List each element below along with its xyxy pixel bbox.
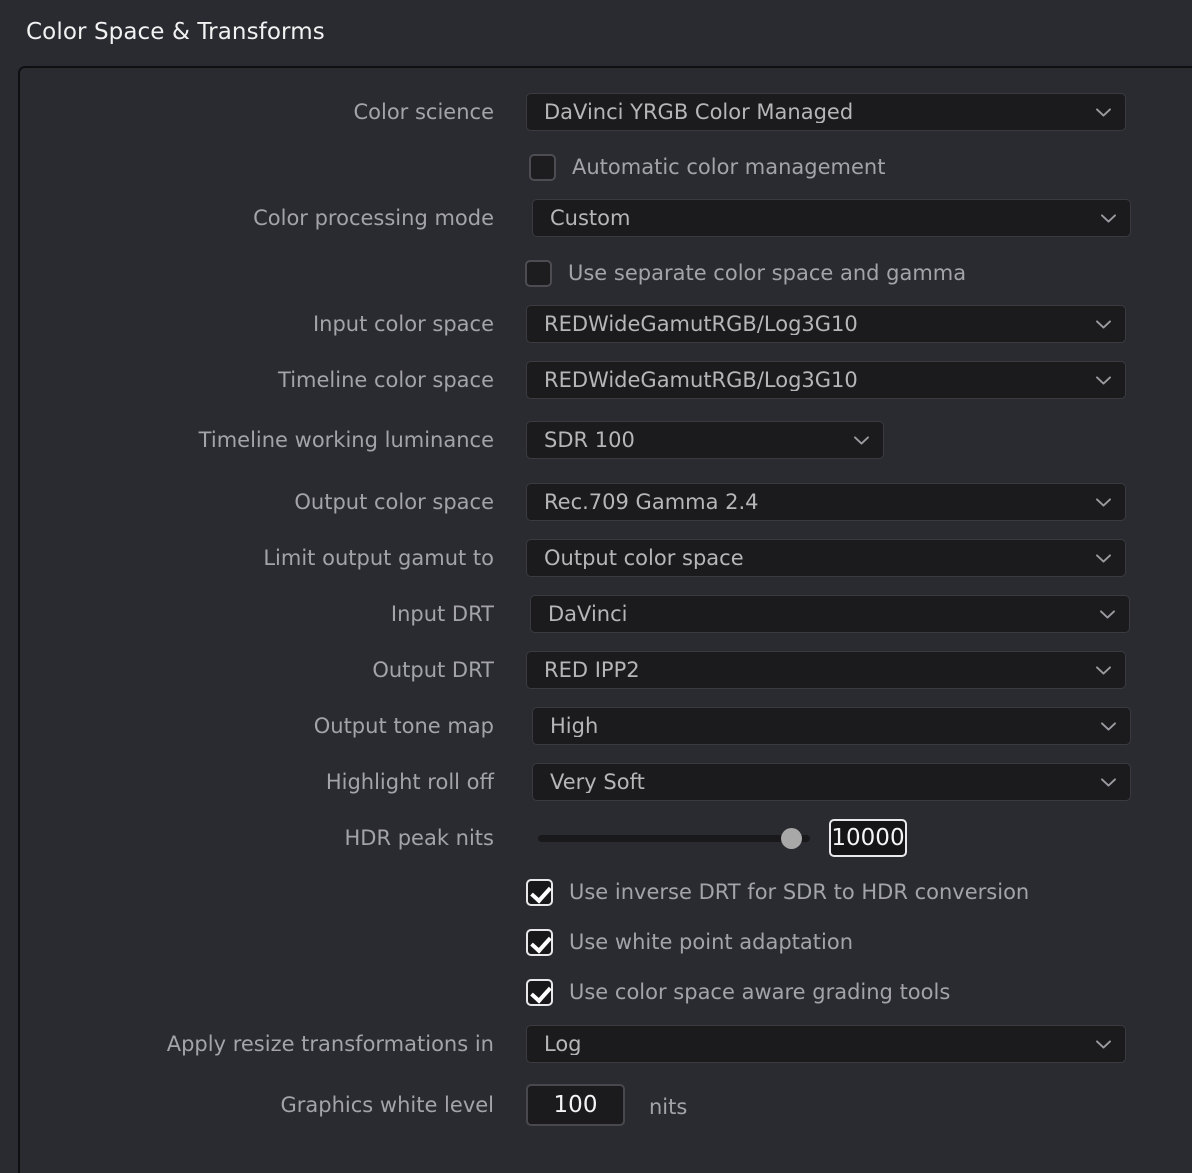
input-graphics-white-level-value: 100 — [553, 1091, 598, 1118]
chevron-down-icon — [1096, 666, 1111, 675]
row-hdr-peak-nits: HDR peak nits — [0, 819, 520, 857]
checkbox-row-use-white-point-adaptation[interactable]: Use white point adaptation — [526, 925, 853, 959]
chevron-down-icon — [1096, 108, 1111, 117]
row-color-science: Color science DaVinci YRGB Color Managed — [0, 93, 1150, 131]
row-graphics-white-level: Graphics white level — [0, 1086, 520, 1124]
dropdown-input-color-space-value: REDWideGamutRGB/Log3G10 — [544, 313, 858, 335]
row-output-color-space: Output color space Rec.709 Gamma 2.4 — [0, 483, 1150, 521]
input-hdr-peak-nits[interactable]: 10000 — [829, 819, 907, 857]
dropdown-timeline-working-luminance[interactable]: SDR 100 — [526, 421, 884, 459]
chevron-down-icon — [854, 436, 869, 445]
dropdown-timeline-working-luminance-value: SDR 100 — [544, 429, 635, 451]
chevron-down-icon — [1101, 722, 1116, 731]
checkbox-row-use-color-space-aware-grading-tools[interactable]: Use color space aware grading tools — [526, 975, 950, 1009]
dropdown-timeline-color-space-value: REDWideGamutRGB/Log3G10 — [544, 369, 858, 391]
dropdown-output-drt-value: RED IPP2 — [544, 659, 640, 681]
input-graphics-white-level[interactable]: 100 — [526, 1084, 625, 1126]
checkbox-row-use-inverse-drt[interactable]: Use inverse DRT for SDR to HDR conversio… — [526, 875, 1029, 909]
row-color-processing-mode: Color processing mode Custom — [0, 199, 1150, 237]
chevron-down-icon — [1101, 778, 1116, 787]
slider-handle[interactable] — [781, 827, 803, 849]
input-hdr-peak-nits-value: 10000 — [831, 824, 905, 851]
checkbox-use-inverse-drt[interactable] — [526, 878, 553, 906]
dropdown-color-processing-mode[interactable]: Custom — [532, 199, 1131, 237]
checkbox-row-automatic-color-management[interactable]: Automatic color management — [529, 150, 885, 184]
label-color-processing-mode: Color processing mode — [253, 205, 494, 230]
label-use-separate-color-space-and-gamma: Use separate color space and gamma — [568, 260, 967, 285]
label-timeline-color-space: Timeline color space — [278, 367, 494, 392]
label-limit-output-gamut-to: Limit output gamut to — [263, 545, 494, 570]
row-timeline-color-space: Timeline color space REDWideGamutRGB/Log… — [0, 361, 1150, 399]
color-space-transforms-panel: Color Space & Transforms Color science D… — [0, 0, 1192, 1173]
chevron-down-icon — [1100, 610, 1115, 619]
dropdown-apply-resize-transformations-in[interactable]: Log — [526, 1025, 1126, 1063]
dropdown-highlight-roll-off[interactable]: Very Soft — [532, 763, 1131, 801]
dropdown-input-drt-value: DaVinci — [548, 603, 628, 625]
label-graphics-white-level: Graphics white level — [280, 1092, 495, 1117]
dropdown-output-color-space[interactable]: Rec.709 Gamma 2.4 — [526, 483, 1126, 521]
dropdown-output-drt[interactable]: RED IPP2 — [526, 651, 1126, 689]
label-output-color-space: Output color space — [294, 489, 494, 514]
label-use-white-point-adaptation: Use white point adaptation — [569, 929, 854, 954]
label-input-drt: Input DRT — [390, 601, 494, 626]
chevron-down-icon — [1096, 554, 1111, 563]
dropdown-highlight-roll-off-value: Very Soft — [550, 771, 645, 793]
row-apply-resize-transformations-in: Apply resize transformations in Log — [0, 1025, 1150, 1063]
chevron-down-icon — [1096, 1040, 1111, 1049]
label-color-science: Color science — [353, 99, 494, 124]
checkbox-automatic-color-management[interactable] — [529, 153, 556, 181]
label-timeline-working-luminance: Timeline working luminance — [198, 427, 494, 452]
chevron-down-icon — [1096, 498, 1111, 507]
slider-track[interactable] — [538, 827, 810, 849]
label-graphics-white-level-unit: nits — [649, 1095, 688, 1119]
chevron-down-icon — [1096, 376, 1111, 385]
dropdown-limit-output-gamut-to-value: Output color space — [544, 547, 744, 569]
row-output-drt: Output DRT RED IPP2 — [0, 651, 1150, 689]
dropdown-output-tone-map-value: High — [550, 715, 599, 737]
dropdown-timeline-color-space[interactable]: REDWideGamutRGB/Log3G10 — [526, 361, 1126, 399]
row-timeline-working-luminance: Timeline working luminance SDR 100 — [0, 421, 1150, 459]
row-highlight-roll-off: Highlight roll off Very Soft — [0, 763, 1150, 801]
label-automatic-color-management: Automatic color management — [572, 154, 886, 179]
dropdown-apply-resize-transformations-in-value: Log — [544, 1033, 582, 1055]
dropdown-color-science[interactable]: DaVinci YRGB Color Managed — [526, 93, 1126, 131]
checkbox-row-use-separate-color-space-and-gamma[interactable]: Use separate color space and gamma — [525, 256, 966, 290]
dropdown-input-drt[interactable]: DaVinci — [530, 595, 1130, 633]
label-output-tone-map: Output tone map — [313, 713, 494, 738]
row-input-color-space: Input color space REDWideGamutRGB/Log3G1… — [0, 305, 1150, 343]
dropdown-color-processing-mode-value: Custom — [550, 207, 631, 229]
label-input-color-space: Input color space — [312, 311, 494, 336]
dropdown-output-tone-map[interactable]: High — [532, 707, 1131, 745]
row-limit-output-gamut-to: Limit output gamut to Output color space — [0, 539, 1150, 577]
label-hdr-peak-nits: HDR peak nits — [344, 825, 494, 850]
page-title: Color Space & Transforms — [26, 19, 325, 45]
row-output-tone-map: Output tone map High — [0, 707, 1150, 745]
checkbox-use-white-point-adaptation[interactable] — [526, 928, 553, 956]
dropdown-output-color-space-value: Rec.709 Gamma 2.4 — [544, 491, 759, 513]
checkbox-use-separate-color-space-and-gamma[interactable] — [525, 259, 552, 287]
dropdown-limit-output-gamut-to[interactable]: Output color space — [526, 539, 1126, 577]
label-use-inverse-drt: Use inverse DRT for SDR to HDR conversio… — [569, 879, 1030, 904]
label-output-drt: Output DRT — [372, 657, 494, 682]
dropdown-input-color-space[interactable]: REDWideGamutRGB/Log3G10 — [526, 305, 1126, 343]
label-use-color-space-aware-grading-tools: Use color space aware grading tools — [569, 979, 951, 1004]
slider-hdr-peak-nits[interactable] — [538, 819, 810, 857]
row-input-drt: Input DRT DaVinci — [0, 595, 1150, 633]
dropdown-color-science-value: DaVinci YRGB Color Managed — [544, 101, 854, 123]
label-apply-resize-transformations-in: Apply resize transformations in — [166, 1031, 494, 1056]
label-highlight-roll-off: Highlight roll off — [325, 769, 494, 794]
chevron-down-icon — [1101, 214, 1116, 223]
checkbox-use-color-space-aware-grading-tools[interactable] — [526, 978, 553, 1006]
chevron-down-icon — [1096, 320, 1111, 329]
